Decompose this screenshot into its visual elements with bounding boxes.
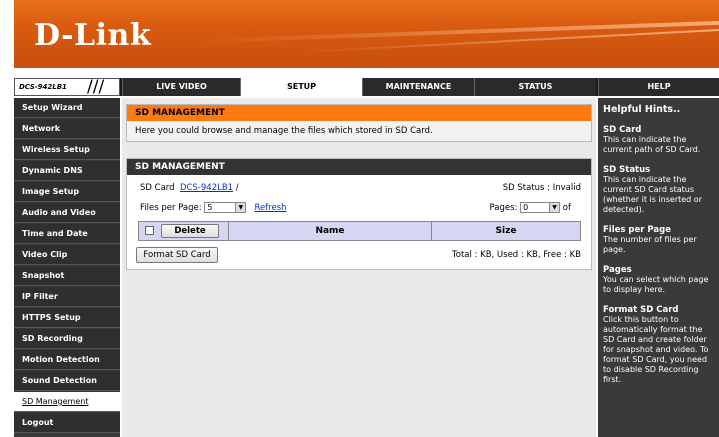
sidebar-item-dynamic-dns[interactable]: Dynamic DNS [14,161,120,181]
header-stripe [199,20,719,44]
sidebar-item-sd-management[interactable]: SD Management [14,392,120,412]
hint-head-sd-status: SD Status [603,165,651,175]
sidebar-item-wireless-setup[interactable]: Wireless Setup [14,140,120,160]
sidebar-item-ip-filter[interactable]: IP Filter [14,287,120,307]
hint-head-pages: Pages [603,265,632,275]
format-sd-card-button[interactable]: Format SD Card [136,247,218,263]
model-label-box: DCS-942LB1 /// [14,77,120,97]
hint-head-sd-card: SD Card [603,125,642,135]
sidebar-item-image-setup[interactable]: Image Setup [14,182,120,202]
tab-setup[interactable]: SETUP [240,78,362,96]
tab-maintenance[interactable]: MAINTENANCE [362,78,474,96]
sidebar-item-setup-wizard[interactable]: Setup Wizard [14,98,120,118]
main-content: SD MANAGEMENT Here you could browse and … [122,98,596,437]
sidebar-item-audio-video[interactable]: Audio and Video [14,203,120,223]
sidebar-item-time-date[interactable]: Time and Date [14,224,120,244]
sidebar-item-sound-detection[interactable]: Sound Detection [14,371,120,391]
sidebar-item-https-setup[interactable]: HTTPS Setup [14,308,120,328]
model-slashes: /// [87,77,105,97]
intro-title: SD MANAGEMENT [127,105,591,121]
sidebar-item-logout[interactable]: Logout [14,413,120,433]
helpful-hints-panel: Helpful Hints.. SD Card This can indicat… [598,98,719,437]
sd-usage: Total : KB, Used : KB, Free : KB [452,250,581,260]
col-size: Size [495,226,517,236]
sd-card-path-link[interactable]: DCS-942LB1 [180,183,233,193]
hint-head-files-per-page: Files per Page [603,225,672,235]
tab-help[interactable]: HELP [598,78,719,96]
sd-management-intro-box: SD MANAGEMENT Here you could browse and … [126,104,592,142]
sidebar-item-video-clip[interactable]: Video Clip [14,245,120,265]
sidebar-item-network[interactable]: Network [14,119,120,139]
header-banner: D-Link [14,0,719,68]
sd-card-row: SD Card DCS-942LB1 / [140,183,239,193]
sd-management-box: SD MANAGEMENT SD Card DCS-942LB1 / SD St… [126,158,592,270]
pages-value: 0 [523,203,529,212]
hint-text-sd-status: This can indicate the current SD Card st… [603,175,702,214]
hint-text-pages: You can select which page to display her… [603,275,709,294]
sidebar-item-sd-recording[interactable]: SD Recording [14,329,120,349]
hint-text-files-per-page: The number of files per page. [603,235,697,254]
sidebar: Setup Wizard Network Wireless Setup Dyna… [14,98,120,437]
sd-card-path-suffix: / [235,183,239,193]
files-per-page-row: Files per Page: 5 ▼ Refresh [140,202,287,213]
sidebar-item-motion-detection[interactable]: Motion Detection [14,350,120,370]
pages-select[interactable]: 0 ▼ [520,202,561,213]
delete-cell: Delete [139,222,229,240]
intro-description: Here you could browse and manage the fil… [127,121,591,141]
hint-head-format: Format SD Card [603,305,679,315]
sd-card-label: SD Card [140,183,175,193]
tab-live-video[interactable]: LIVE VIDEO [122,78,240,96]
pages-of: of [562,203,571,213]
refresh-link[interactable]: Refresh [254,203,286,213]
model-label: DCS-942LB1 [19,83,67,91]
pages-label: Pages: [489,203,518,213]
hints-title: Helpful Hints.. [603,104,681,115]
col-name: Name [229,222,432,240]
delete-button[interactable]: Delete [161,224,219,238]
hint-text-sd-card: This can indicate the current path of SD… [603,135,701,154]
pages-row: Pages: 0 ▼ of [490,202,571,213]
files-per-page-select[interactable]: 5 ▼ [204,202,247,213]
file-table-header: Delete Name Size [138,221,581,241]
sidebar-item-snapshot[interactable]: Snapshot [14,266,120,286]
chevron-down-icon: ▼ [235,203,246,212]
sd-status: SD Status : Invalid [502,183,581,193]
tab-status[interactable]: STATUS [474,78,596,96]
sd-box-title: SD MANAGEMENT [127,159,591,175]
dlink-logo: D-Link [34,18,152,53]
chevron-down-icon: ▼ [549,203,560,212]
files-per-page-value: 5 [207,203,213,212]
hint-text-format: Click this button to automatically forma… [603,315,709,384]
select-all-checkbox[interactable] [145,226,154,235]
files-per-page-label: Files per Page: [140,203,202,213]
